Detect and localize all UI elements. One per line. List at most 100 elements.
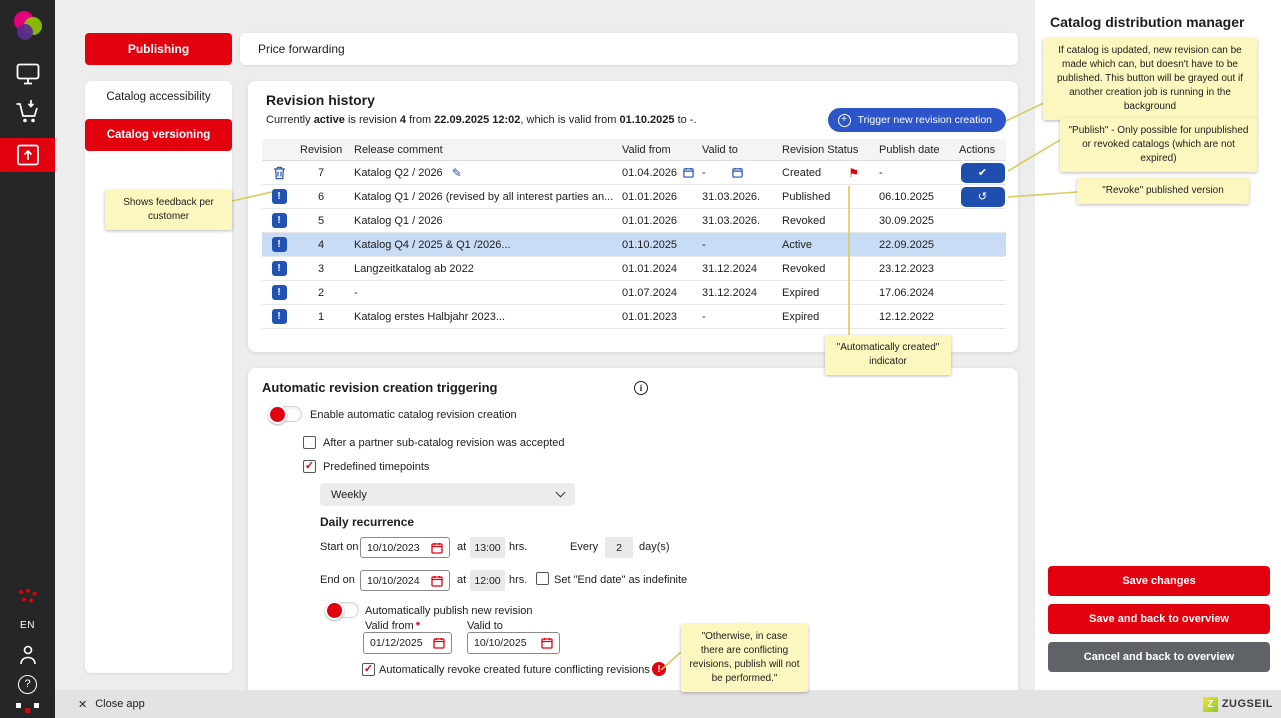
publish-date: 22.09.2025 <box>875 239 955 251</box>
calendar-icon <box>433 637 445 649</box>
close-icon: ✕ <box>78 698 87 711</box>
save-back-button[interactable]: Save and back to overview <box>1048 604 1270 634</box>
publish-date: 17.06.2024 <box>875 287 955 299</box>
start-time-input[interactable]: 13:00 <box>470 537 505 558</box>
save-changes-button[interactable]: Save changes <box>1048 566 1270 596</box>
auto-revoke-checkbox[interactable] <box>362 663 375 676</box>
release-comment: Katalog Q4 / 2025 & Q1 /2026... <box>350 239 618 251</box>
valid-to: 31.03.2026. <box>698 191 778 203</box>
sidebar-item-desktop[interactable] <box>0 60 55 88</box>
toggle-knob <box>325 601 344 620</box>
toggle-knob <box>268 405 287 424</box>
sidebar-item-catalog-active[interactable] <box>0 138 55 172</box>
table-row[interactable]: 7 Katalog Q2 / 2026 ✎ 01.04.2026 - Creat… <box>262 161 1006 185</box>
after-partner-checkbox[interactable] <box>303 436 316 449</box>
col-revision: Revision <box>296 144 350 156</box>
table-row-selected[interactable]: ! 4 Katalog Q4 / 2025 & Q1 /2026... 01.1… <box>262 233 1006 257</box>
feedback-icon[interactable]: ! <box>272 309 287 324</box>
required-asterisk: * <box>416 620 420 632</box>
sidebar-item-help[interactable]: ? <box>0 673 55 695</box>
valid-from-label: Valid from* <box>365 620 420 632</box>
revoke-button[interactable]: ↺ <box>961 187 1005 207</box>
valid-to-input[interactable]: 10/10/2025 <box>467 632 560 654</box>
valid-from: 01.07.2024 <box>618 287 698 299</box>
revision-table: Revision Release comment Valid from Vali… <box>262 139 1006 329</box>
publish-date: 12.12.2022 <box>875 311 955 323</box>
cancel-back-button[interactable]: Cancel and back to overview <box>1048 642 1270 672</box>
chevron-down-icon <box>556 488 566 498</box>
section-nav: Catalog accessibility Catalog versioning <box>85 81 232 673</box>
tab-publishing[interactable]: Publishing <box>85 33 232 65</box>
days-label: day(s) <box>639 541 670 553</box>
valid-to: 31.12.2024 <box>698 263 778 275</box>
feedback-icon[interactable]: ! <box>272 261 287 276</box>
valid-from-input[interactable]: 01/12/2025 <box>363 632 452 654</box>
logo-icon <box>11 9 45 43</box>
table-row[interactable]: ! 5 Katalog Q1 / 2026 01.01.2026 31.03.2… <box>262 209 1006 233</box>
revision-status: Published <box>778 191 875 203</box>
table-row[interactable]: ! 6 Katalog Q1 / 2026 (revised by all in… <box>262 185 1006 209</box>
sidebar-item-modules[interactable] <box>0 701 55 715</box>
edit-comment-icon[interactable]: ✎ <box>452 166 462 180</box>
end-time-input[interactable]: 12:00 <box>470 570 505 591</box>
start-date-input[interactable]: 10/10/2023 <box>360 537 450 558</box>
indefinite-end-checkbox[interactable] <box>536 572 549 585</box>
table-row[interactable]: ! 3 Langzeitkatalog ab 2022 01.01.2024 3… <box>262 257 1006 281</box>
revision-status: Created ⚑ <box>778 166 875 180</box>
publish-button[interactable]: ✔ <box>961 163 1005 183</box>
calendar-icon <box>431 575 443 587</box>
col-publish-date: Publish date <box>875 144 955 156</box>
bottom-bar: ✕ Close app Z ZUGSEIL <box>55 690 1281 718</box>
after-partner-label: After a partner sub-catalog revision was… <box>323 437 565 449</box>
col-actions: Actions <box>955 144 1006 156</box>
revision-history-subtitle: Currently active is revision 4 from 22.0… <box>266 114 697 126</box>
auto-publish-toggle[interactable] <box>325 602 359 618</box>
release-comment: Langzeitkatalog ab 2022 <box>350 263 618 275</box>
feedback-icon[interactable]: ! <box>272 189 287 204</box>
start-on-label: Start on <box>320 541 359 553</box>
question-icon: ? <box>18 675 37 694</box>
release-comment: Katalog erstes Halbjahr 2023... <box>350 311 618 323</box>
valid-from: 01.01.2026 <box>618 215 698 227</box>
sidebar-item-profile[interactable] <box>0 642 55 668</box>
release-comment: Katalog Q2 / 2026 ✎ <box>350 166 618 180</box>
monitor-icon <box>16 63 40 86</box>
table-row[interactable]: ! 1 Katalog erstes Halbjahr 2023... 01.0… <box>262 305 1006 329</box>
sidebar-item-network[interactable] <box>0 586 55 608</box>
col-valid-from: Valid from <box>618 144 698 156</box>
feedback-icon[interactable]: ! <box>272 285 287 300</box>
revision-number: 7 <box>296 167 350 179</box>
end-date-input[interactable]: 10/10/2024 <box>360 570 450 591</box>
predefined-timepoints-checkbox[interactable] <box>303 460 316 473</box>
revision-history-panel: Revision history Currently active is rev… <box>248 81 1018 352</box>
valid-to: - <box>698 311 778 323</box>
valid-from: 01.10.2025 <box>618 239 698 251</box>
revision-number: 4 <box>296 239 350 251</box>
publish-date: 23.12.2023 <box>875 263 955 275</box>
feedback-icon[interactable]: ! <box>272 213 287 228</box>
zugseil-logo-icon: Z <box>1203 697 1218 712</box>
calendar-icon[interactable] <box>732 167 743 178</box>
revision-status: Expired <box>778 287 875 299</box>
frequency-select[interactable]: Weekly <box>320 483 575 506</box>
release-comment: Katalog Q1 / 2026 <box>350 215 618 227</box>
info-icon[interactable]: i <box>634 381 648 395</box>
nav-item-catalog-accessibility[interactable]: Catalog accessibility <box>85 81 232 113</box>
cart-download-icon <box>15 99 41 125</box>
calendar-icon[interactable] <box>683 167 694 178</box>
catalog-export-icon <box>16 143 40 167</box>
auto-revoke-label: Automatically revoke created future conf… <box>379 664 650 676</box>
close-app-button[interactable]: ✕ Close app <box>78 698 145 711</box>
enable-auto-creation-toggle[interactable] <box>268 406 302 422</box>
publish-date: - <box>875 167 955 179</box>
delete-revision-icon[interactable] <box>273 166 286 180</box>
valid-from: 01.01.2024 <box>618 263 698 275</box>
interval-days-input[interactable]: 2 <box>605 537 633 558</box>
language-switcher[interactable]: EN <box>0 616 55 634</box>
sidebar-item-shop[interactable] <box>0 96 55 128</box>
trigger-new-revision-button[interactable]: + Trigger new revision creation <box>828 108 1006 132</box>
feedback-icon[interactable]: ! <box>272 237 287 252</box>
nav-item-catalog-versioning[interactable]: Catalog versioning <box>85 119 232 151</box>
table-row[interactable]: ! 2 - 01.07.2024 31.12.2024 Expired 17.0… <box>262 281 1006 305</box>
tab-price-forwarding[interactable]: Price forwarding <box>240 33 1018 65</box>
